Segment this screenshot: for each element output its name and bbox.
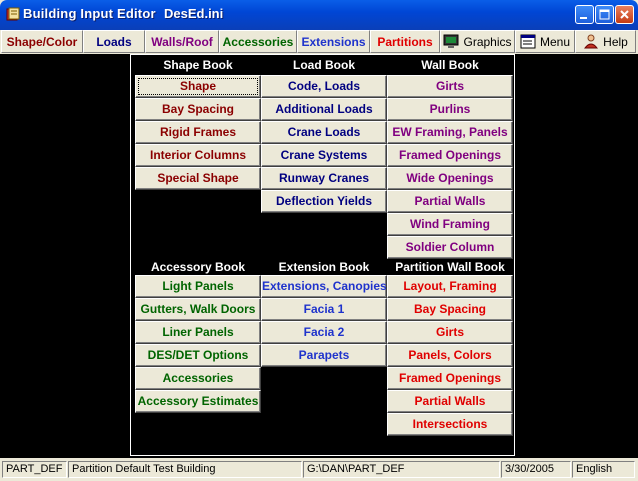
shape-book-title: Shape Book bbox=[163, 58, 233, 72]
extension-book-title: Extension Book bbox=[278, 260, 370, 274]
status-bar: PART_DEF Partition Default Test Building… bbox=[0, 459, 638, 481]
help-label: Help bbox=[603, 34, 628, 49]
bay-spacing-button[interactable]: Bay Spacing bbox=[135, 98, 261, 121]
partition-wall-book-title: Partition Wall Book bbox=[395, 260, 505, 274]
graphics-button[interactable]: Graphics bbox=[440, 30, 515, 53]
books-panel: Shape Book Shape Bay Spacing Rigid Frame… bbox=[130, 54, 515, 456]
wind-framing-button[interactable]: Wind Framing bbox=[387, 213, 513, 236]
status-language: English bbox=[572, 461, 635, 478]
liner-panels-button[interactable]: Liner Panels bbox=[135, 321, 261, 344]
framed-openings-button[interactable]: Framed Openings bbox=[387, 144, 513, 167]
shape-color-button[interactable]: Shape/Color bbox=[1, 30, 83, 53]
accessory-estimates-button[interactable]: Accessory Estimates bbox=[135, 390, 261, 413]
partial-walls-button[interactable]: Partial Walls bbox=[387, 190, 513, 213]
help-button[interactable]: Help bbox=[575, 30, 636, 53]
menu-button[interactable]: Menu bbox=[515, 30, 575, 53]
walls-roof-button[interactable]: Walls/Roof bbox=[145, 30, 219, 53]
main-area: Shape Book Shape Bay Spacing Rigid Frame… bbox=[0, 54, 638, 458]
status-date: 3/30/2005 bbox=[501, 461, 571, 478]
soldier-column-button[interactable]: Soldier Column bbox=[387, 236, 513, 259]
partition-girts-button[interactable]: Girts bbox=[387, 321, 513, 344]
gutters-walk-doors-button[interactable]: Gutters, Walk Doors bbox=[135, 298, 261, 321]
facia-2-button[interactable]: Facia 2 bbox=[261, 321, 387, 344]
close-button[interactable] bbox=[615, 5, 634, 24]
app-window: Building Input Editor DesEd.ini Shape/Co… bbox=[0, 0, 638, 481]
partition-bay-spacing-button[interactable]: Bay Spacing bbox=[387, 298, 513, 321]
loads-button[interactable]: Loads bbox=[83, 30, 145, 53]
partition-partial-walls-button[interactable]: Partial Walls bbox=[387, 390, 513, 413]
minimize-button[interactable] bbox=[575, 5, 594, 24]
load-book-title: Load Book bbox=[293, 58, 355, 72]
interior-columns-button[interactable]: Interior Columns bbox=[135, 144, 261, 167]
menu-icon bbox=[520, 34, 536, 49]
accessories-button[interactable]: Accessories bbox=[219, 30, 297, 53]
status-building-code: PART_DEF bbox=[2, 461, 67, 478]
des-det-options-button[interactable]: DES/DET Options bbox=[135, 344, 261, 367]
maximize-icon bbox=[599, 9, 610, 20]
wide-openings-button[interactable]: Wide Openings bbox=[387, 167, 513, 190]
parapets-button[interactable]: Parapets bbox=[261, 344, 387, 367]
facia-1-button[interactable]: Facia 1 bbox=[261, 298, 387, 321]
window-title: Building Input Editor bbox=[23, 6, 156, 21]
extensions-canopies-button[interactable]: Extensions, Canopies bbox=[261, 275, 387, 298]
close-icon bbox=[620, 10, 629, 19]
girts-button[interactable]: Girts bbox=[387, 75, 513, 98]
crane-systems-button[interactable]: Crane Systems bbox=[261, 144, 387, 167]
extensions-button[interactable]: Extensions bbox=[297, 30, 370, 53]
panels-colors-button[interactable]: Panels, Colors bbox=[387, 344, 513, 367]
toolbar: Shape/Color Loads Walls/Roof Accessories… bbox=[0, 30, 638, 54]
help-icon bbox=[584, 34, 599, 49]
runway-cranes-button[interactable]: Runway Cranes bbox=[261, 167, 387, 190]
partition-framed-openings-button[interactable]: Framed Openings bbox=[387, 367, 513, 390]
app-book-icon bbox=[6, 7, 20, 21]
title-bar[interactable]: Building Input Editor DesEd.ini bbox=[0, 0, 638, 30]
ew-framing-panels-button[interactable]: EW Framing, Panels bbox=[387, 121, 513, 144]
monitor-icon bbox=[443, 34, 459, 48]
status-description: Partition Default Test Building bbox=[68, 461, 302, 478]
layout-framing-button[interactable]: Layout, Framing bbox=[387, 275, 513, 298]
special-shape-button[interactable]: Special Shape bbox=[135, 167, 261, 190]
rigid-frames-button[interactable]: Rigid Frames bbox=[135, 121, 261, 144]
minimize-icon bbox=[580, 17, 587, 19]
accessory-book-title: Accessory Book bbox=[150, 260, 246, 274]
code-loads-button[interactable]: Code, Loads bbox=[261, 75, 387, 98]
status-path: G:\DAN\PART_DEF bbox=[303, 461, 500, 478]
partitions-button[interactable]: Partitions bbox=[370, 30, 440, 53]
additional-loads-button[interactable]: Additional Loads bbox=[261, 98, 387, 121]
deflection-yields-button[interactable]: Deflection Yields bbox=[261, 190, 387, 213]
intersections-button[interactable]: Intersections bbox=[387, 413, 513, 436]
crane-loads-button[interactable]: Crane Loads bbox=[261, 121, 387, 144]
window-filename: DesEd.ini bbox=[164, 6, 224, 21]
purlins-button[interactable]: Purlins bbox=[387, 98, 513, 121]
shape-button[interactable]: Shape bbox=[135, 75, 261, 98]
accessories-book-button[interactable]: Accessories bbox=[135, 367, 261, 390]
graphics-label: Graphics bbox=[463, 34, 512, 49]
maximize-button[interactable] bbox=[595, 5, 614, 24]
light-panels-button[interactable]: Light Panels bbox=[135, 275, 261, 298]
wall-book-title: Wall Book bbox=[421, 58, 479, 72]
menu-label: Menu bbox=[539, 34, 571, 49]
